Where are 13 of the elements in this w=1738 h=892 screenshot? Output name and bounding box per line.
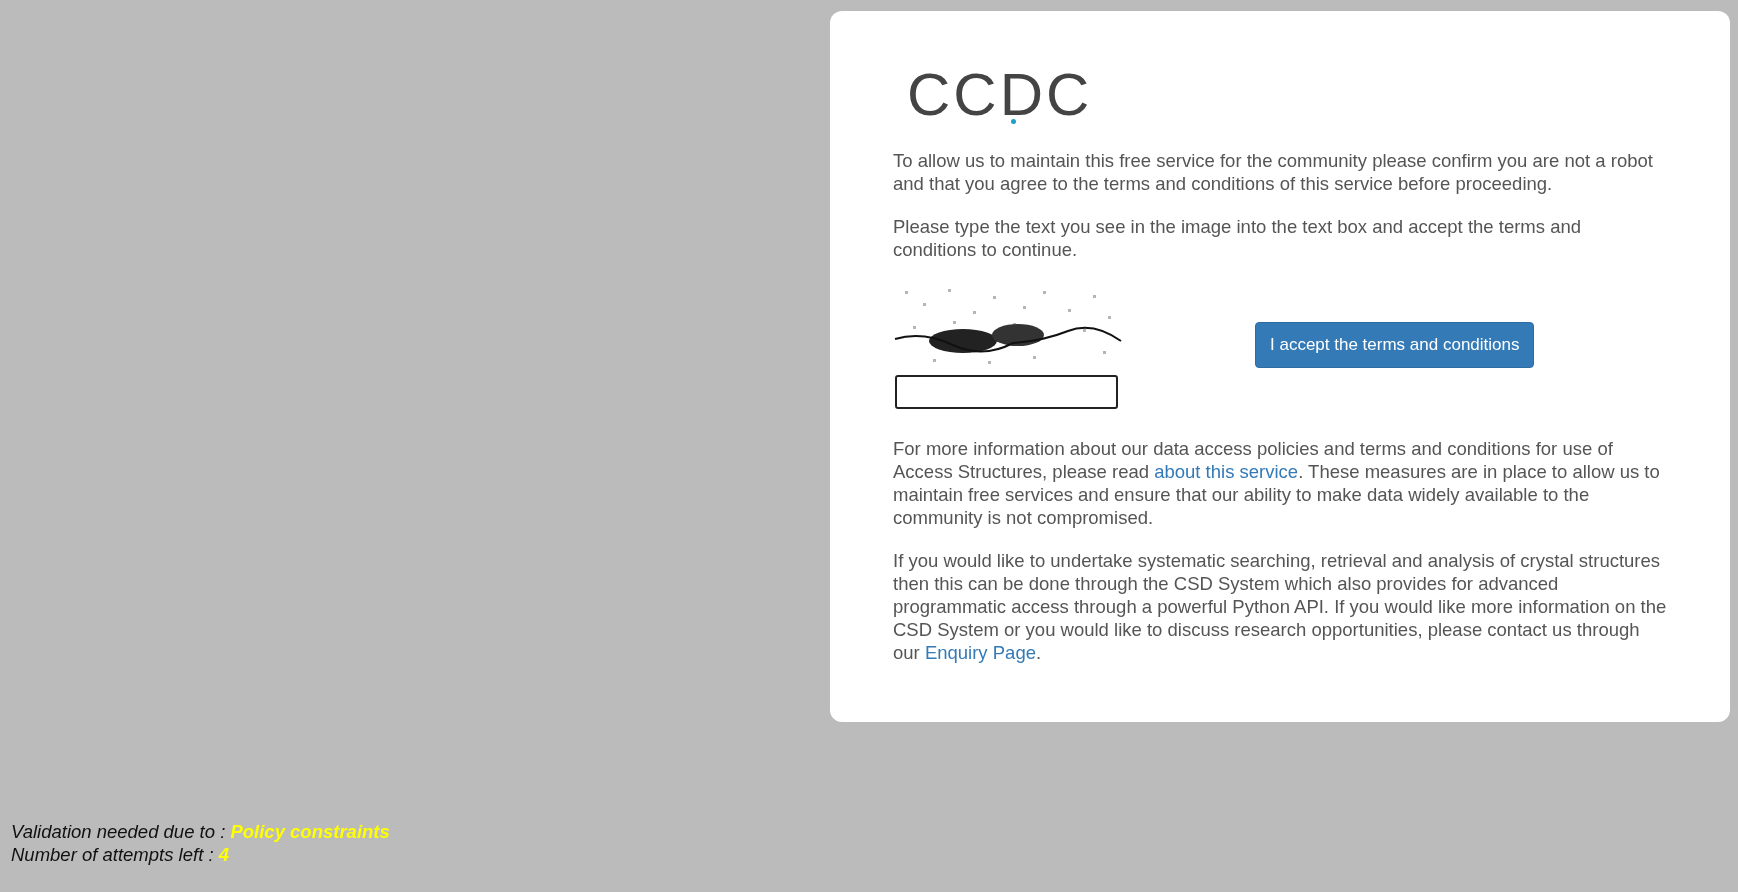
paragraph: For more information about our data access policies and terms and conditions for use of Access Structures, please read about this service. These measures are in place to allow us to maintain free services and ensure that our ability to make data widely available to the community is not compromised. [893,437,1661,529]
captcha-input-field[interactable] [895,375,1118,409]
paragraph: To allow us to maintain this free service for the community please confirm you are not a robot and that you agree to the terms and conditions of this service before proceeding. [893,149,1654,195]
accept-button[interactable]: I accept the terms and conditions [1255,322,1535,368]
status-value: Policy constraints [230,821,390,842]
status-label: Validation needed due to : [11,821,226,842]
logo: CCDC [907,65,1093,125]
paragraph: Please type the text you see in the image into the text box and accept the terms and conditions to continue. [893,215,1582,261]
link[interactable]: about this service [1154,461,1299,482]
paragraph: If you would like to undertake systematic searching, retrieval and analysis of crystal structures then this can be done through the CSD System which also provides for advanced programmatic access through a powerful Python API. If you would like more information on the CSD System or you would like to discuss research opportunities, please contact us through our Enquiry Page. [893,549,1667,664]
link[interactable]: Enquiry Page [924,642,1036,663]
status-value: 4 [218,844,229,865]
status-label: Number of attempts left : [11,844,214,865]
